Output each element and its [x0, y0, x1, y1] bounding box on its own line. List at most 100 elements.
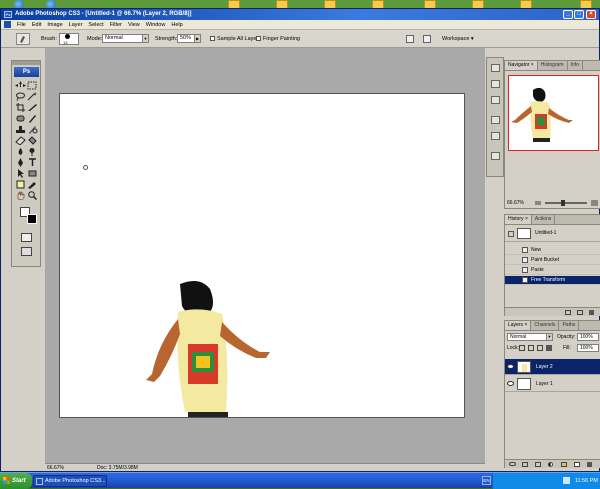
zoom-slider-handle[interactable]: [561, 200, 565, 206]
mode-select[interactable]: Normal ▼: [102, 34, 149, 43]
history-item[interactable]: Paste: [505, 266, 600, 275]
fill-input[interactable]: 100%: [577, 344, 599, 352]
new-document-from-state-icon[interactable]: [565, 310, 571, 315]
close-button[interactable]: ×: [586, 10, 596, 19]
delete-state-icon[interactable]: [589, 310, 594, 315]
start-button[interactable]: Start: [0, 473, 32, 489]
crop-tool-icon[interactable]: [15, 103, 26, 112]
layer-row-selected[interactable]: Layer 2: [505, 359, 600, 375]
create-snapshot-icon[interactable]: [577, 310, 583, 315]
tray-network-icon[interactable]: [563, 477, 570, 484]
menu-file[interactable]: File: [14, 22, 29, 28]
sample-all-layers-checkbox[interactable]: [210, 36, 215, 41]
type-tool-icon[interactable]: [27, 158, 38, 167]
maximize-button[interactable]: □: [574, 10, 584, 19]
document-menu-icon[interactable]: [4, 21, 11, 28]
palette-well-icon[interactable]: [406, 35, 414, 43]
history-item[interactable]: Paint Bucket: [505, 256, 600, 265]
path-selection-tool-icon[interactable]: [15, 169, 26, 178]
layer-name[interactable]: Layer 1: [536, 381, 553, 387]
navigator-zoom-value[interactable]: 66.67%: [507, 200, 524, 206]
tool-preset-picker[interactable]: [16, 33, 30, 45]
hand-tool-icon[interactable]: [15, 191, 26, 201]
menu-view[interactable]: View: [125, 22, 143, 28]
tool-presets-icon[interactable]: [491, 64, 500, 72]
clone-source-icon[interactable]: [491, 96, 500, 104]
lasso-tool-icon[interactable]: [15, 92, 26, 101]
layer-mask-icon[interactable]: [535, 462, 541, 467]
brush-palette-icon[interactable]: [423, 35, 431, 43]
brush-picker[interactable]: 13: [59, 33, 79, 45]
zoom-slider[interactable]: [545, 200, 587, 206]
blur-tool-icon[interactable]: [15, 147, 26, 156]
visibility-eye-icon[interactable]: [507, 364, 514, 369]
delete-layer-icon[interactable]: [587, 462, 592, 467]
title-bar[interactable]: Ps Adobe Photoshop CS3 - [Untitled-1 @ 6…: [1, 9, 599, 20]
layer-style-icon[interactable]: [522, 462, 528, 467]
brush-tool-icon[interactable]: [27, 114, 38, 123]
adjustment-layer-icon[interactable]: [548, 462, 553, 467]
dodge-tool-icon[interactable]: [27, 147, 38, 156]
eraser-tool-icon[interactable]: [15, 136, 26, 146]
tab-actions[interactable]: Actions: [532, 215, 556, 224]
tab-navigator[interactable]: Navigator ×: [505, 61, 538, 70]
clone-stamp-tool-icon[interactable]: [15, 125, 26, 134]
history-item-selected[interactable]: Free Transform: [505, 276, 600, 285]
new-layer-icon[interactable]: [574, 462, 580, 467]
workspace-menu[interactable]: Workspace ▾: [442, 36, 474, 42]
history-item[interactable]: New: [505, 246, 600, 255]
new-group-icon[interactable]: [561, 462, 567, 467]
magic-wand-tool-icon[interactable]: [27, 92, 38, 101]
taskbar-item-photoshop[interactable]: Adobe Photoshop CS3...: [33, 475, 107, 487]
minimize-button[interactable]: _: [563, 10, 573, 19]
history-brush-tool-icon[interactable]: [27, 125, 38, 134]
tab-paths[interactable]: Paths: [559, 321, 580, 330]
language-indicator[interactable]: EN: [482, 476, 491, 485]
menu-filter[interactable]: Filter: [107, 22, 125, 28]
history-snapshot-row[interactable]: Untitled-1: [505, 226, 600, 242]
zoom-field[interactable]: 66.67%: [47, 464, 64, 472]
foreground-color-swatch[interactable]: [27, 214, 37, 224]
quick-mask-icon[interactable]: [21, 233, 32, 242]
zoom-tool-icon[interactable]: [27, 191, 38, 201]
layer-comps-icon[interactable]: [491, 116, 500, 124]
toolbox-grip[interactable]: [12, 61, 40, 65]
layer-name[interactable]: Layer 2: [536, 364, 553, 370]
finger-painting-checkbox[interactable]: [256, 36, 261, 41]
zoom-out-icon[interactable]: [535, 201, 541, 205]
menu-image[interactable]: Image: [44, 22, 65, 28]
menu-layer[interactable]: Layer: [66, 22, 86, 28]
slice-tool-icon[interactable]: [27, 103, 38, 112]
notes-tool-icon[interactable]: [15, 180, 26, 189]
tab-histogram[interactable]: Histogram: [538, 61, 568, 70]
eyedropper-tool-icon[interactable]: [27, 180, 38, 189]
paint-bucket-tool-icon[interactable]: [27, 136, 38, 145]
history-brush-source-icon[interactable]: [508, 231, 514, 237]
document-canvas[interactable]: [59, 93, 465, 418]
clock[interactable]: 11:56 PM: [575, 473, 598, 489]
navigator-thumbnail[interactable]: [508, 75, 599, 151]
healing-brush-tool-icon[interactable]: [15, 114, 26, 123]
pen-tool-icon[interactable]: [15, 158, 26, 167]
tab-channels[interactable]: Channels: [531, 321, 560, 330]
menu-select[interactable]: Select: [85, 22, 106, 28]
blend-mode-select[interactable]: Normal ▼: [507, 333, 553, 341]
marquee-tool-icon[interactable]: [27, 81, 38, 90]
menu-edit[interactable]: Edit: [29, 22, 44, 28]
brushes-icon[interactable]: [491, 80, 500, 88]
zoom-in-icon[interactable]: [591, 200, 598, 206]
shape-tool-icon[interactable]: [27, 169, 38, 178]
tab-info[interactable]: Info: [568, 61, 583, 70]
tab-history[interactable]: History ×: [505, 215, 532, 224]
lock-position-icon[interactable]: [537, 345, 543, 351]
menu-help[interactable]: Help: [168, 22, 185, 28]
lock-all-icon[interactable]: [546, 345, 552, 351]
screen-mode-icon[interactable]: [21, 247, 32, 256]
tab-layers[interactable]: Layers ×: [505, 321, 532, 330]
opacity-input[interactable]: 100%: [577, 333, 599, 341]
move-tool-icon[interactable]: [15, 81, 26, 90]
layer-row[interactable]: Layer 1: [505, 376, 600, 392]
character-icon[interactable]: [491, 152, 500, 160]
strength-input[interactable]: 50% ▶: [177, 34, 201, 43]
menu-window[interactable]: Window: [143, 22, 169, 28]
